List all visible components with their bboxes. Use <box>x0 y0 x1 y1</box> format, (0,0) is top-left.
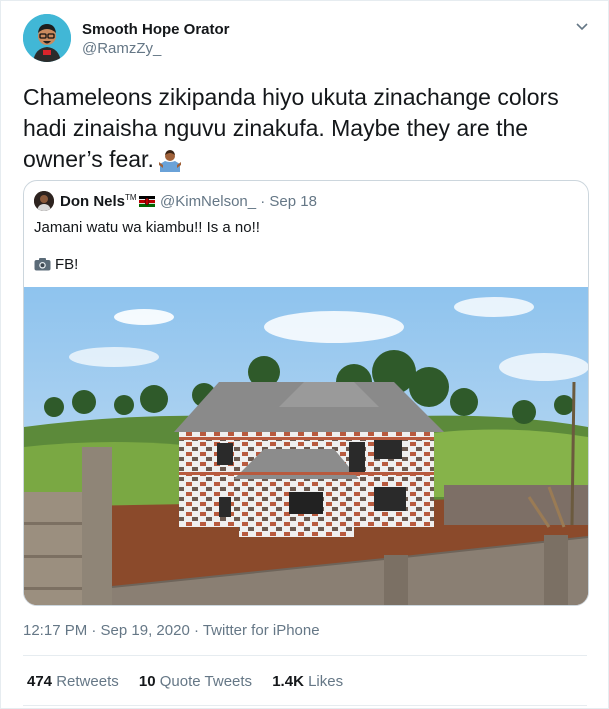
author-name[interactable]: Smooth Hope Orator <box>82 21 230 38</box>
quote-tweets-count: 10 <box>138 673 156 690</box>
quoted-fb-text: FB! <box>55 256 79 273</box>
quoted-author-name: Don NelsTM <box>60 193 155 210</box>
camera-icon <box>34 257 51 271</box>
chevron-down-icon[interactable] <box>574 19 590 35</box>
person-shrugging-emoji <box>158 148 182 180</box>
quoted-name-text: Don Nels <box>60 193 126 210</box>
tweet-stats: 474 Retweets 10 Quote Tweets 1.4K Likes <box>27 673 359 690</box>
quoted-tweet[interactable]: Don NelsTM @KimNelson_ · Sep 18 Jamani w… <box>23 180 589 606</box>
kenya-flag-emoji <box>138 194 155 207</box>
likes-stat[interactable]: 1.4K Likes <box>272 673 343 690</box>
tweet-source[interactable]: Twitter for iPhone <box>203 622 320 639</box>
divider <box>23 655 587 656</box>
divider-bottom <box>23 705 587 706</box>
quoted-fb-line: FB! <box>34 256 78 273</box>
retweets-label: Retweets <box>56 673 119 690</box>
quoted-author-avatar <box>34 191 54 211</box>
likes-count: 1.4K <box>272 673 304 690</box>
author-avatar[interactable] <box>23 14 71 62</box>
tweet-meta: 12:17 PM · Sep 19, 2020 · Twitter for iP… <box>23 622 320 639</box>
quote-tweets-stat[interactable]: 10 Quote Tweets <box>139 673 252 690</box>
quote-tweets-label: Quote Tweets <box>159 673 253 690</box>
author-handle[interactable]: @RamzZy_ <box>82 40 161 57</box>
quoted-handle-date: @KimNelson_ · Sep 18 <box>160 193 317 210</box>
quoted-name-suffix: TM <box>125 193 137 202</box>
retweets-stat[interactable]: 474 Retweets <box>27 673 119 690</box>
tweet-timestamp[interactable]: 12:17 PM · Sep 19, 2020 · <box>23 622 203 639</box>
tweet-body: Chameleons zikipanda hiyo ukuta zinachan… <box>23 84 559 172</box>
retweets-count: 474 <box>27 673 53 690</box>
likes-label: Likes <box>308 673 344 690</box>
tweet-text: Chameleons zikipanda hiyo ukuta zinachan… <box>23 82 583 180</box>
house-photo[interactable] <box>24 287 588 605</box>
quoted-text: Jamani watu wa kiambu!! Is a no!! <box>34 219 260 236</box>
